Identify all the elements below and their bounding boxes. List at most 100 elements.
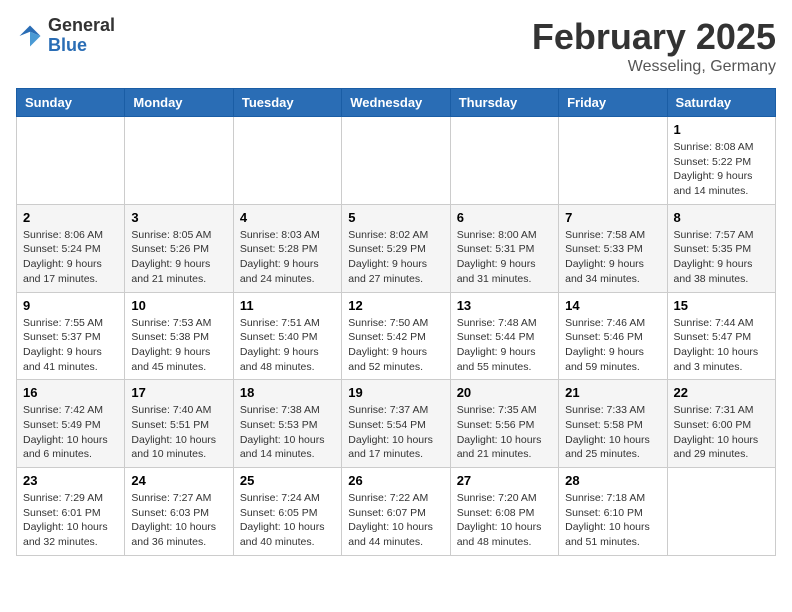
logo-icon [16,22,44,50]
day-number: 2 [23,210,118,225]
week-row: 16 Sunrise: 7:42 AM Sunset: 5:49 PM Dayli… [17,380,776,468]
location: Wesseling, Germany [532,58,776,76]
cell-content: Sunrise: 7:37 AM Sunset: 5:54 PM Dayligh… [348,403,443,462]
calendar-cell: 14 Sunrise: 7:46 AM Sunset: 5:46 PM Dayli… [559,292,667,380]
week-row: 2 Sunrise: 8:06 AM Sunset: 5:24 PM Daylig… [17,204,776,292]
calendar-cell: 26 Sunrise: 7:22 AM Sunset: 6:07 PM Dayli… [342,468,450,556]
calendar-cell: 11 Sunrise: 7:51 AM Sunset: 5:40 PM Dayli… [233,292,341,380]
calendar-cell: 9Sunrise: 7:55 AM Sunset: 5:37 PM Daylig… [17,292,125,380]
weekday-header: Sunday [17,89,125,117]
weekday-header-row: SundayMondayTuesdayWednesdayThursdayFrid… [17,89,776,117]
cell-content: Sunrise: 7:35 AM Sunset: 5:56 PM Dayligh… [457,403,552,462]
cell-content: Sunrise: 8:03 AM Sunset: 5:28 PM Dayligh… [240,228,335,287]
calendar-cell: 5 Sunrise: 8:02 AM Sunset: 5:29 PM Daylig… [342,204,450,292]
calendar-cell: 27 Sunrise: 7:20 AM Sunset: 6:08 PM Dayli… [450,468,558,556]
cell-content: Sunrise: 8:02 AM Sunset: 5:29 PM Dayligh… [348,228,443,287]
cell-content: Sunrise: 7:55 AM Sunset: 5:37 PM Dayligh… [23,316,118,375]
day-number: 16 [23,385,118,400]
weekday-header: Friday [559,89,667,117]
calendar-cell: 18 Sunrise: 7:38 AM Sunset: 5:53 PM Dayli… [233,380,341,468]
day-number: 27 [457,473,552,488]
calendar-cell: 16 Sunrise: 7:42 AM Sunset: 5:49 PM Dayli… [17,380,125,468]
calendar-cell: 10 Sunrise: 7:53 AM Sunset: 5:38 PM Dayli… [125,292,233,380]
cell-content: Sunrise: 8:00 AM Sunset: 5:31 PM Dayligh… [457,228,552,287]
cell-content: Sunrise: 8:06 AM Sunset: 5:24 PM Dayligh… [23,228,118,287]
day-number: 28 [565,473,660,488]
weekday-header: Thursday [450,89,558,117]
day-number: 7 [565,210,660,225]
cell-content: Sunrise: 7:22 AM Sunset: 6:07 PM Dayligh… [348,491,443,550]
calendar-cell: 23 Sunrise: 7:29 AM Sunset: 6:01 PM Dayli… [17,468,125,556]
cell-content: Sunrise: 7:44 AM Sunset: 5:47 PM Dayligh… [674,316,769,375]
cell-content: Sunrise: 7:24 AM Sunset: 6:05 PM Dayligh… [240,491,335,550]
cell-content: Sunrise: 7:27 AM Sunset: 6:03 PM Dayligh… [131,491,226,550]
day-number: 26 [348,473,443,488]
logo-blue: Blue [48,35,87,55]
day-number: 5 [348,210,443,225]
calendar-cell: 8 Sunrise: 7:57 AM Sunset: 5:35 PM Daylig… [667,204,775,292]
weekday-header: Monday [125,89,233,117]
day-number: 21 [565,385,660,400]
cell-content: Sunrise: 7:33 AM Sunset: 5:58 PM Dayligh… [565,403,660,462]
week-row: 1Sunrise: 8:08 AM Sunset: 5:22 PM Daylig… [17,117,776,205]
calendar-cell: 4Sunrise: 8:03 AM Sunset: 5:28 PM Daylig… [233,204,341,292]
cell-content: Sunrise: 7:46 AM Sunset: 5:46 PM Dayligh… [565,316,660,375]
day-number: 17 [131,385,226,400]
logo-general: General [48,15,115,35]
calendar-cell: 22Sunrise: 7:31 AM Sunset: 6:00 PM Dayli… [667,380,775,468]
cell-content: Sunrise: 7:40 AM Sunset: 5:51 PM Dayligh… [131,403,226,462]
cell-content: Sunrise: 7:20 AM Sunset: 6:08 PM Dayligh… [457,491,552,550]
day-number: 23 [23,473,118,488]
cell-content: Sunrise: 7:48 AM Sunset: 5:44 PM Dayligh… [457,316,552,375]
cell-content: Sunrise: 7:51 AM Sunset: 5:40 PM Dayligh… [240,316,335,375]
day-number: 6 [457,210,552,225]
calendar-cell: 15 Sunrise: 7:44 AM Sunset: 5:47 PM Dayli… [667,292,775,380]
cell-content: Sunrise: 7:18 AM Sunset: 6:10 PM Dayligh… [565,491,660,550]
calendar-cell [125,117,233,205]
calendar-cell [233,117,341,205]
calendar-cell [667,468,775,556]
weekday-header: Tuesday [233,89,341,117]
cell-content: Sunrise: 7:29 AM Sunset: 6:01 PM Dayligh… [23,491,118,550]
day-number: 3 [131,210,226,225]
title-area: February 2025 Wesseling, Germany [532,16,776,76]
day-number: 8 [674,210,769,225]
calendar-cell [559,117,667,205]
weekday-header: Saturday [667,89,775,117]
day-number: 11 [240,298,335,313]
cell-content: Sunrise: 7:31 AM Sunset: 6:00 PM Dayligh… [674,403,769,462]
cell-content: Sunrise: 7:58 AM Sunset: 5:33 PM Dayligh… [565,228,660,287]
calendar-cell [17,117,125,205]
calendar-cell: 19 Sunrise: 7:37 AM Sunset: 5:54 PM Dayli… [342,380,450,468]
calendar-cell: 7 Sunrise: 7:58 AM Sunset: 5:33 PM Daylig… [559,204,667,292]
cell-content: Sunrise: 7:53 AM Sunset: 5:38 PM Dayligh… [131,316,226,375]
day-number: 14 [565,298,660,313]
week-row: 9Sunrise: 7:55 AM Sunset: 5:37 PM Daylig… [17,292,776,380]
day-number: 15 [674,298,769,313]
logo-text: General Blue [48,16,115,56]
cell-content: Sunrise: 7:42 AM Sunset: 5:49 PM Dayligh… [23,403,118,462]
day-number: 19 [348,385,443,400]
month-title: February 2025 [532,16,776,58]
cell-content: Sunrise: 8:08 AM Sunset: 5:22 PM Dayligh… [674,140,769,199]
logo: General Blue [16,16,115,56]
header: General Blue February 2025 Wesseling, Ge… [16,16,776,76]
day-number: 13 [457,298,552,313]
calendar: SundayMondayTuesdayWednesdayThursdayFrid… [16,88,776,556]
day-number: 25 [240,473,335,488]
calendar-cell: 21 Sunrise: 7:33 AM Sunset: 5:58 PM Dayli… [559,380,667,468]
calendar-cell: 28 Sunrise: 7:18 AM Sunset: 6:10 PM Dayli… [559,468,667,556]
cell-content: Sunrise: 7:38 AM Sunset: 5:53 PM Dayligh… [240,403,335,462]
cell-content: Sunrise: 7:50 AM Sunset: 5:42 PM Dayligh… [348,316,443,375]
cell-content: Sunrise: 7:57 AM Sunset: 5:35 PM Dayligh… [674,228,769,287]
day-number: 12 [348,298,443,313]
day-number: 24 [131,473,226,488]
calendar-cell: 24 Sunrise: 7:27 AM Sunset: 6:03 PM Dayli… [125,468,233,556]
calendar-cell: 3Sunrise: 8:05 AM Sunset: 5:26 PM Daylig… [125,204,233,292]
day-number: 10 [131,298,226,313]
calendar-cell [342,117,450,205]
calendar-cell: 12 Sunrise: 7:50 AM Sunset: 5:42 PM Dayli… [342,292,450,380]
calendar-cell: 20Sunrise: 7:35 AM Sunset: 5:56 PM Dayli… [450,380,558,468]
day-number: 18 [240,385,335,400]
calendar-cell: 6 Sunrise: 8:00 AM Sunset: 5:31 PM Daylig… [450,204,558,292]
